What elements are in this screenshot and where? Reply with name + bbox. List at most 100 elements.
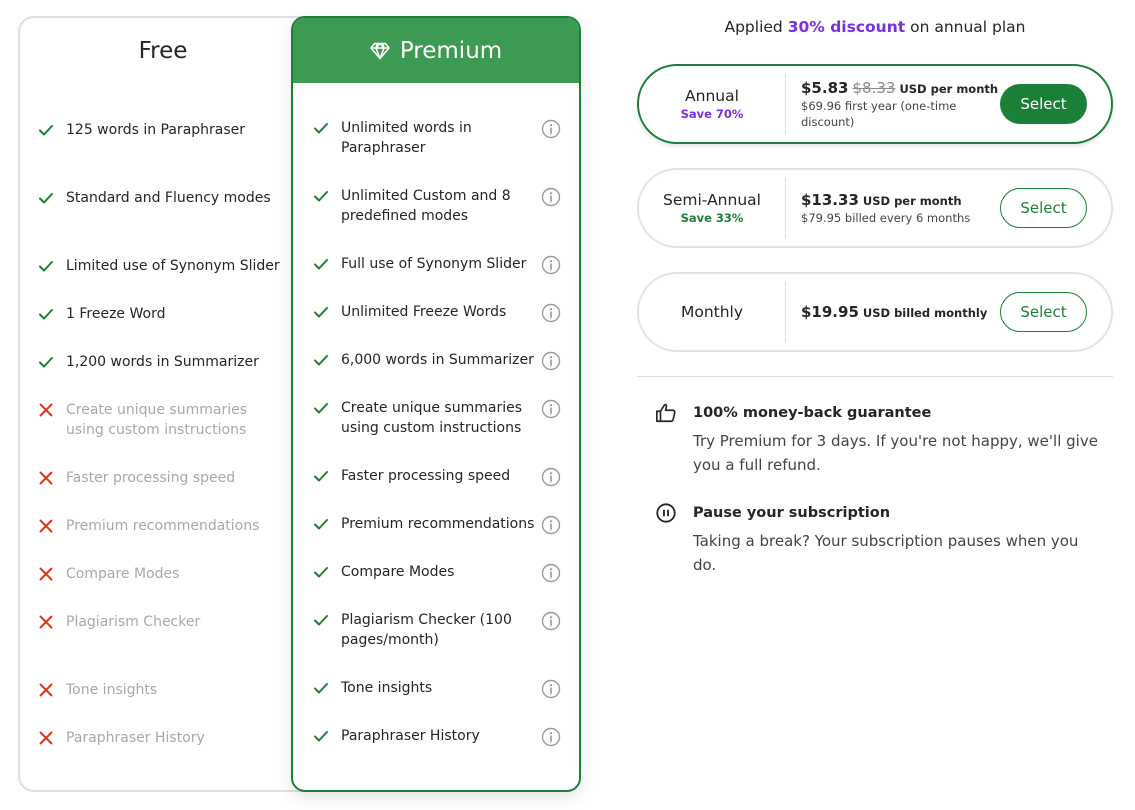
check-icon [313, 256, 329, 272]
info-icon[interactable] [541, 255, 561, 275]
feature-text: Unlimited Custom and 8 predefined modes [341, 186, 555, 226]
feature-text: Paraphraser History [341, 726, 555, 746]
info-icon[interactable] [541, 563, 561, 583]
feature-text: Unlimited words in Paraphraser [341, 118, 555, 158]
check-icon [313, 612, 329, 628]
feature-text: Tone insights [341, 678, 555, 698]
feature-text: Create unique summaries using custom ins… [66, 400, 286, 440]
feature-item: Unlimited Custom and 8 predefined modes [313, 186, 555, 226]
feature-item: Full use of Synonym Slider [313, 254, 555, 278]
check-icon [313, 120, 329, 136]
thumbs-up-icon [655, 402, 677, 424]
feature-item: Tone insights [313, 678, 555, 702]
plan-price-unit: USD per month [863, 194, 962, 208]
info-icon[interactable] [541, 679, 561, 699]
check-icon [313, 564, 329, 580]
free-plan-title: Free [20, 38, 306, 64]
feature-text: Compare Modes [66, 564, 286, 584]
feature-text: Standard and Fluency modes [66, 188, 286, 208]
feature-text: Faster processing speed [341, 466, 555, 486]
discount-highlight: 30% discount [788, 18, 905, 36]
feature-item: Premium recommendations [38, 516, 286, 540]
select-plan-button[interactable]: Select [1000, 84, 1087, 124]
cross-icon [38, 518, 54, 534]
cross-icon [38, 730, 54, 746]
plan-option-semi-annual[interactable]: Semi-AnnualSave 33%$13.33 USD per month$… [637, 168, 1113, 248]
feature-item: Compare Modes [313, 562, 555, 586]
included-mark [313, 678, 341, 702]
included-mark [313, 302, 341, 326]
excluded-mark [38, 612, 66, 636]
plan-price-unit: USD per month [899, 82, 998, 96]
feature-item: Create unique summaries using custom ins… [313, 398, 555, 438]
included-mark [38, 352, 66, 376]
excluded-mark [38, 564, 66, 588]
included-mark [38, 188, 66, 212]
select-plan-button[interactable]: Select [1000, 292, 1087, 332]
check-icon [313, 468, 329, 484]
feature-text: 1 Freeze Word [66, 304, 286, 324]
plan-name: Annual [685, 87, 739, 105]
feature-text: 1,200 words in Summarizer [66, 352, 286, 372]
excluded-mark [38, 728, 66, 752]
feature-item: Paraphraser History [38, 728, 286, 752]
plan-price: $19.95 [801, 303, 859, 321]
info-icon[interactable] [541, 611, 561, 631]
plan-option-monthly[interactable]: Monthly $19.95 USD billed monthly Select [637, 272, 1113, 352]
cross-icon [38, 402, 54, 418]
feature-item: Plagiarism Checker [38, 612, 286, 636]
included-mark [313, 610, 341, 634]
feature-text: 6,000 words in Summarizer [341, 350, 555, 370]
plan-price-column: $5.83 $8.33 USD per month$69.96 first ye… [786, 79, 991, 130]
check-icon [313, 728, 329, 744]
info-icon[interactable] [541, 727, 561, 747]
plan-savings: Save 33% [681, 211, 744, 225]
benefit-title: Pause your subscription [693, 502, 890, 524]
plan-name-column: Semi-Annual Save 33% [639, 191, 785, 225]
plan-price-column: $19.95 USD billed monthly [786, 303, 991, 321]
feature-text: Create unique summaries using custom ins… [341, 398, 555, 438]
select-plan-button[interactable]: Select [1000, 188, 1087, 228]
benefit-description: Try Premium for 3 days. If you're not ha… [693, 429, 1103, 477]
excluded-mark [38, 468, 66, 492]
check-icon [38, 122, 54, 138]
feature-item: 1 Freeze Word [38, 304, 286, 328]
plan-price: $5.83 [801, 79, 848, 97]
feature-text: Tone insights [66, 680, 286, 700]
included-mark [313, 186, 341, 210]
info-icon[interactable] [541, 187, 561, 207]
check-icon [38, 354, 54, 370]
feature-item: 125 words in Paraphraser [38, 120, 286, 144]
included-mark [313, 254, 341, 278]
feature-text: Premium recommendations [66, 516, 286, 536]
feature-text: Paraphraser History [66, 728, 286, 748]
info-icon[interactable] [541, 515, 561, 535]
check-icon [313, 352, 329, 368]
feature-item: Standard and Fluency modes [38, 188, 286, 212]
feature-item: Create unique summaries using custom ins… [38, 400, 286, 440]
plan-price-column: $13.33 USD per month $79.95 billed every … [786, 191, 991, 226]
plan-option-annual[interactable]: AnnualSave 70%$5.83 $8.33 USD per month$… [637, 64, 1113, 144]
free-plan-card: Free 125 words in Paraphraser Standard an… [18, 16, 318, 792]
plan-name: Semi-Annual [663, 191, 761, 209]
feature-item: Limited use of Synonym Slider [38, 256, 286, 280]
feature-item: Premium recommendations [313, 514, 555, 538]
plan-name: Monthly [681, 303, 743, 321]
plan-price-unit: USD billed monthly [863, 306, 987, 320]
info-icon[interactable] [541, 351, 561, 371]
feature-text: Full use of Synonym Slider [341, 254, 555, 274]
feature-item: 6,000 words in Summarizer [313, 350, 555, 374]
plan-billing-detail: $79.95 billed every 6 months [801, 210, 991, 226]
info-icon[interactable] [541, 303, 561, 323]
info-icon[interactable] [541, 399, 561, 419]
info-icon[interactable] [541, 467, 561, 487]
cross-icon [38, 470, 54, 486]
feature-item: 1,200 words in Summarizer [38, 352, 286, 376]
plan-price: $13.33 [801, 191, 859, 209]
info-icon[interactable] [541, 119, 561, 139]
premium-plan-card: Premium Unlimited words in Paraphraser Un… [291, 16, 581, 792]
discount-prefix: Applied [724, 18, 782, 36]
premium-plan-title: Premium [400, 38, 502, 64]
feature-text: Plagiarism Checker [66, 612, 286, 632]
feature-item: Plagiarism Checker (100 pages/month) [313, 610, 555, 650]
